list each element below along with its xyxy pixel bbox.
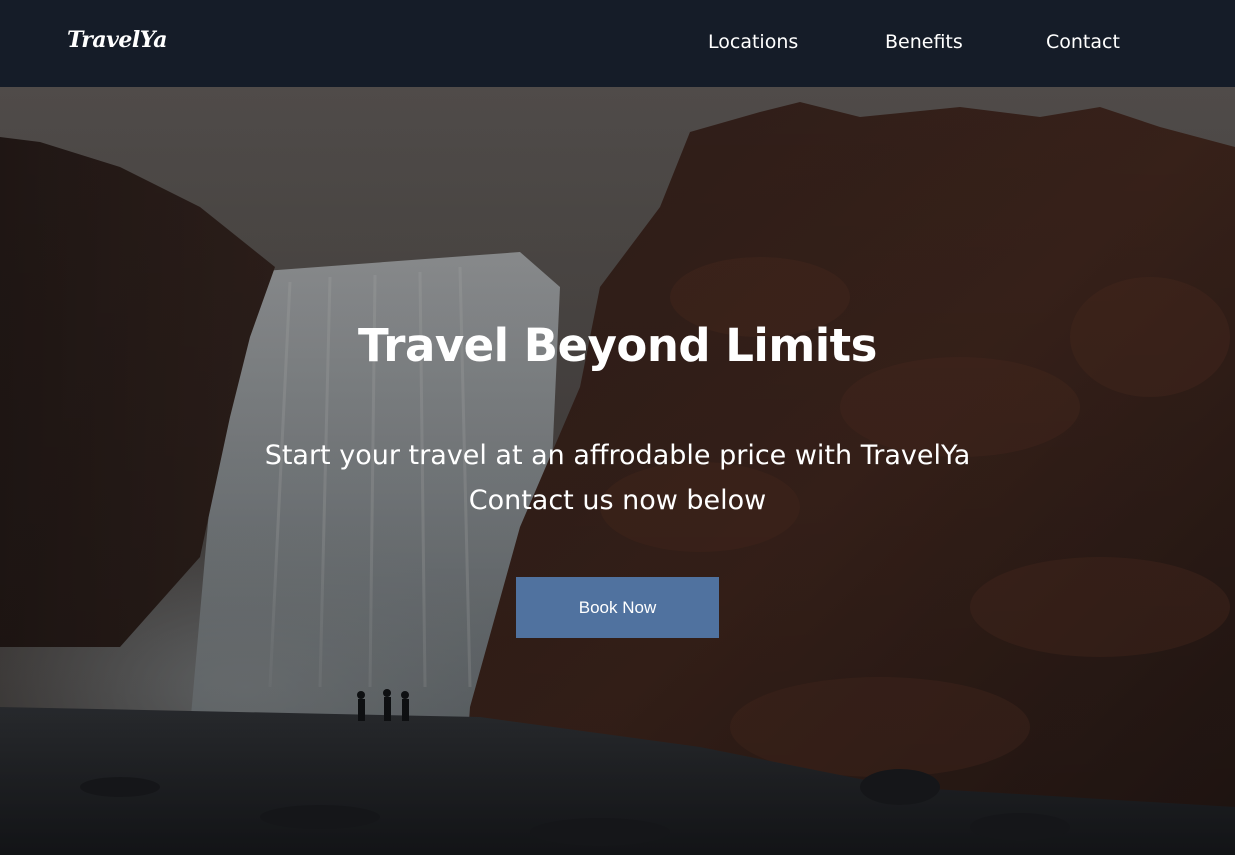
navbar: TravelYa Locations Benefits Contact [0, 0, 1235, 87]
logo[interactable]: TravelYa [67, 27, 168, 53]
nav-link-contact[interactable]: Contact [1046, 31, 1120, 53]
hero-background-image [0, 87, 1235, 855]
book-now-button[interactable]: Book Now [516, 577, 719, 638]
hero-title: Travel Beyond Limits [358, 319, 877, 372]
hero-subtitle-line2: Contact us now below [468, 485, 767, 516]
hero-subtitle-line1: Start your travel at an affrodable price… [264, 440, 971, 471]
nav-link-locations[interactable]: Locations [708, 31, 798, 53]
nav-link-benefits[interactable]: Benefits [885, 31, 963, 53]
hero-section: Travel Beyond Limits Start your travel a… [0, 87, 1235, 855]
